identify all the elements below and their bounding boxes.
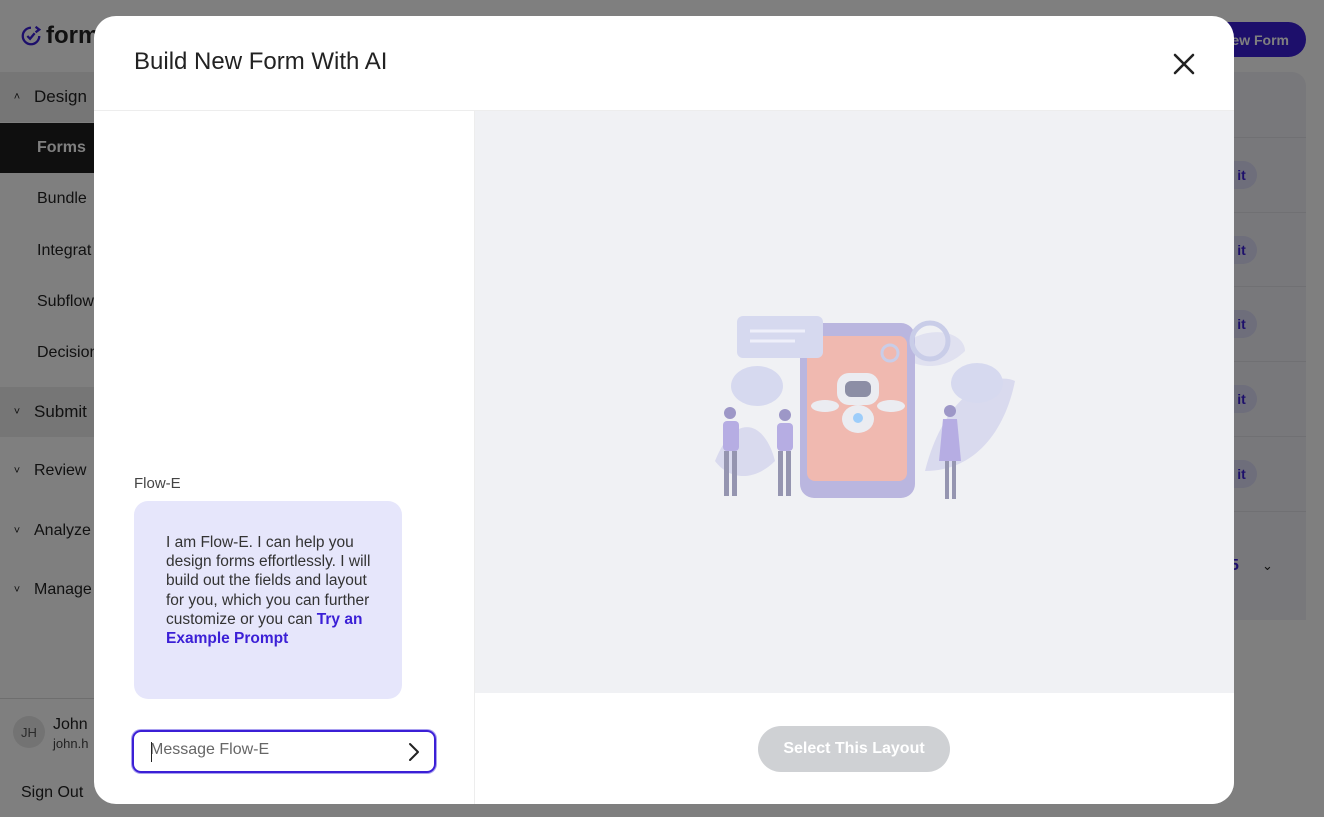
- modal-footer: Select This Layout: [475, 693, 1234, 804]
- chat-pane: Flow-E I am Flow-E. I can help you desig…: [94, 111, 475, 804]
- assistant-message: I am Flow-E. I can help you design forms…: [134, 501, 402, 699]
- chevron-right-icon[interactable]: [404, 741, 424, 763]
- message-box[interactable]: [132, 730, 436, 773]
- close-icon[interactable]: [1169, 49, 1199, 79]
- layout-preview: [475, 111, 1234, 693]
- modal-title: Build New Form With AI: [134, 48, 388, 75]
- select-layout-button[interactable]: Select This Layout: [758, 726, 950, 772]
- message-input[interactable]: [150, 741, 390, 759]
- robot-illustration: [715, 316, 1015, 499]
- modal-header: Build New Form With AI: [94, 16, 1234, 111]
- assistant-name: Flow-E: [134, 475, 181, 492]
- text-caret: [151, 742, 152, 762]
- build-form-ai-modal: Build New Form With AI Flow-E I am Flow-…: [94, 16, 1234, 804]
